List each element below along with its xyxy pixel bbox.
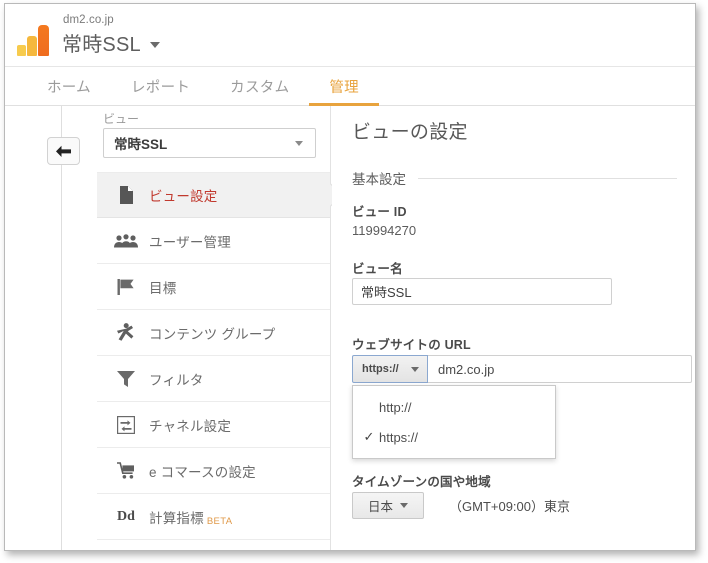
beta-badge: BETA — [206, 515, 233, 527]
protocol-option-http[interactable]: ✓ http:// — [353, 392, 555, 422]
sidebar-item-ecommerce-settings[interactable]: e コマースの設定 — [97, 448, 330, 494]
sidebar-item-calculated-metrics[interactable]: Dd 計算指標 BETA — [97, 494, 330, 540]
sidebar-item-label: 目標 — [149, 280, 177, 296]
shopping-cart-icon — [113, 461, 139, 480]
page-title: ビューの設定 — [352, 122, 468, 143]
admin-sidebar: ビュー 常時SSL ビュー設定 ユーザー管理 目標 コンテンツ グループ フィル… — [97, 106, 331, 550]
website-url-row: https:// dm2.co.jp — [352, 355, 692, 383]
sidebar-item-label: フィルタ — [149, 372, 204, 388]
arrow-left-icon — [56, 145, 71, 157]
tab-admin[interactable]: 管理 — [309, 67, 379, 106]
view-name-input[interactable]: 常時SSL — [352, 278, 612, 305]
back-button[interactable] — [47, 137, 80, 165]
funnel-icon — [113, 370, 139, 387]
view-id-value: 119994270 — [352, 223, 417, 238]
protocol-dropdown-menu: ✓ http:// ✓ https:// — [352, 385, 556, 459]
document-icon — [113, 186, 139, 204]
protocol-option-label: https:// — [379, 429, 419, 445]
section-header-basic: 基本設定 — [352, 168, 677, 188]
sidebar-item-label: 計算指標 BETA — [149, 510, 233, 527]
people-icon — [113, 233, 139, 248]
account-name: dm2.co.jp — [63, 14, 114, 26]
admin-menu-list: ビュー設定 ユーザー管理 目標 コンテンツ グループ フィルタ チャネル設定 e… — [97, 172, 330, 540]
main-nav-tabs: ホーム レポート カスタム 管理 — [5, 67, 695, 106]
view-settings-pane: ビューの設定 基本設定 ビュー ID 119994270 ビュー名 常時SSL … — [332, 106, 695, 550]
timezone-row: 日本 （GMT+09:00）東京 — [352, 492, 570, 519]
website-url-label: ウェブサイトの URL — [352, 338, 471, 352]
sidebar-item-label: コンテンツ グループ — [149, 326, 276, 342]
protocol-select-value: https:// — [362, 363, 399, 375]
sidebar-item-filters[interactable]: フィルタ — [97, 356, 330, 402]
timezone-country-value: 日本 — [367, 500, 393, 514]
timezone-value: （GMT+09:00）東京 — [449, 499, 571, 514]
tab-custom[interactable]: カスタム — [210, 67, 309, 105]
property-selector[interactable]: 常時SSL — [62, 28, 160, 57]
protocol-option-label: http:// — [379, 399, 412, 415]
sidebar-item-content-grouping[interactable]: コンテンツ グループ — [97, 310, 330, 356]
protocol-select-button[interactable]: https:// — [352, 355, 428, 383]
sidebar-item-label: ユーザー管理 — [149, 234, 231, 250]
check-icon: ✓ — [363, 429, 375, 444]
view-select-label: ビュー — [103, 112, 140, 126]
timezone-label: タイムゾーンの国や地域 — [352, 475, 491, 489]
flag-icon — [113, 278, 139, 296]
section-header-label: 基本設定 — [352, 172, 406, 187]
sidebar-item-channel-settings[interactable]: チャネル設定 — [97, 402, 330, 448]
sidebar-item-goals[interactable]: 目標 — [97, 264, 330, 310]
caret-down-icon — [400, 503, 408, 508]
tab-reports[interactable]: レポート — [111, 67, 210, 105]
sidebar-item-view-settings[interactable]: ビュー設定 — [97, 172, 330, 218]
google-analytics-logo — [17, 24, 51, 56]
rail-divider — [61, 106, 62, 550]
sidebar-item-label: ビュー設定 — [149, 189, 218, 204]
website-url-input[interactable]: dm2.co.jp — [428, 355, 692, 383]
tab-home[interactable]: ホーム — [27, 67, 111, 105]
left-rail — [5, 106, 97, 550]
section-divider — [418, 177, 677, 179]
caret-down-icon — [149, 41, 160, 48]
timezone-country-select[interactable]: 日本 — [352, 492, 424, 519]
dd-icon: Dd — [117, 508, 135, 524]
view-name-label: ビュー名 — [352, 262, 403, 276]
property-name: 常時SSL — [62, 34, 141, 56]
channel-arrows-icon — [113, 415, 139, 434]
sidebar-item-user-management[interactable]: ユーザー管理 — [97, 218, 330, 264]
caret-down-icon — [295, 140, 303, 146]
person-running-icon — [113, 323, 139, 342]
browser-window: dm2.co.jp 常時SSL ホーム レポート カスタム 管理 ビュー 常時S… — [4, 3, 696, 551]
view-select-dropdown[interactable]: 常時SSL — [103, 128, 316, 158]
sidebar-item-label: チャネル設定 — [149, 418, 232, 434]
protocol-option-https[interactable]: ✓ https:// — [353, 422, 555, 452]
caret-down-icon — [411, 366, 419, 372]
view-select-value: 常時SSL — [114, 137, 168, 152]
view-id-label: ビュー ID — [352, 205, 407, 219]
account-bar: dm2.co.jp 常時SSL — [5, 4, 695, 67]
sidebar-item-label: e コマースの設定 — [149, 464, 256, 480]
admin-body: ビュー 常時SSL ビュー設定 ユーザー管理 目標 コンテンツ グループ フィル… — [5, 106, 695, 550]
